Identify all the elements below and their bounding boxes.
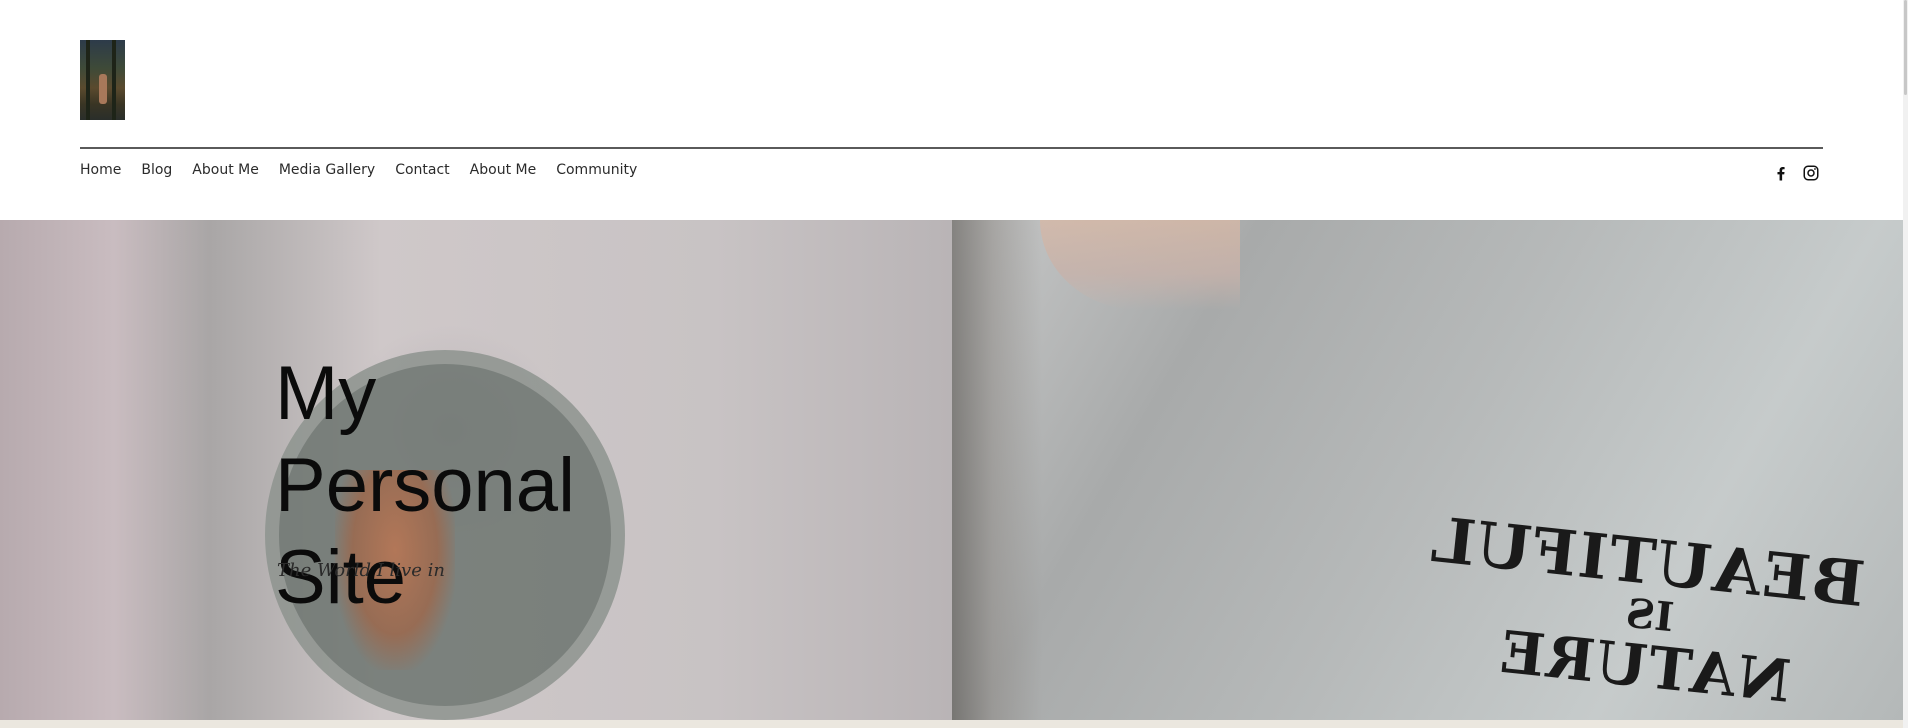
footer-strip [0,720,1903,728]
nav-item-media-gallery[interactable]: Media Gallery [279,162,375,178]
hero-section: BEAUTIFUL IS NATURE My Personal Site The… [0,220,1903,720]
logo-person [99,74,107,104]
site-header: Home Blog About Me Media Gallery Contact… [0,0,1903,220]
site-logo[interactable] [80,40,125,120]
facebook-icon[interactable] [1772,164,1790,182]
hero-title: My Personal Site [275,351,575,620]
shirt-fold-shadow [952,220,1042,720]
nav-item-about-me[interactable]: About Me [192,162,259,178]
nav-item-contact[interactable]: Contact [395,162,449,178]
nav-item-home[interactable]: Home [80,162,121,178]
instagram-icon[interactable] [1802,164,1820,182]
scrollbar-thumb[interactable] [1904,0,1907,95]
logo-tree [112,40,116,120]
social-bar [1772,164,1820,182]
logo-tree [86,40,90,120]
hero-subtitle: The World I live in [277,560,445,581]
nav-item-about-me-2[interactable]: About Me [470,162,537,178]
header-divider [80,147,1823,149]
page-scrollbar[interactable] [1903,0,1908,728]
nav-item-community[interactable]: Community [556,162,637,178]
main-nav: Home Blog About Me Media Gallery Contact… [80,162,637,178]
nav-item-blog[interactable]: Blog [141,162,172,178]
